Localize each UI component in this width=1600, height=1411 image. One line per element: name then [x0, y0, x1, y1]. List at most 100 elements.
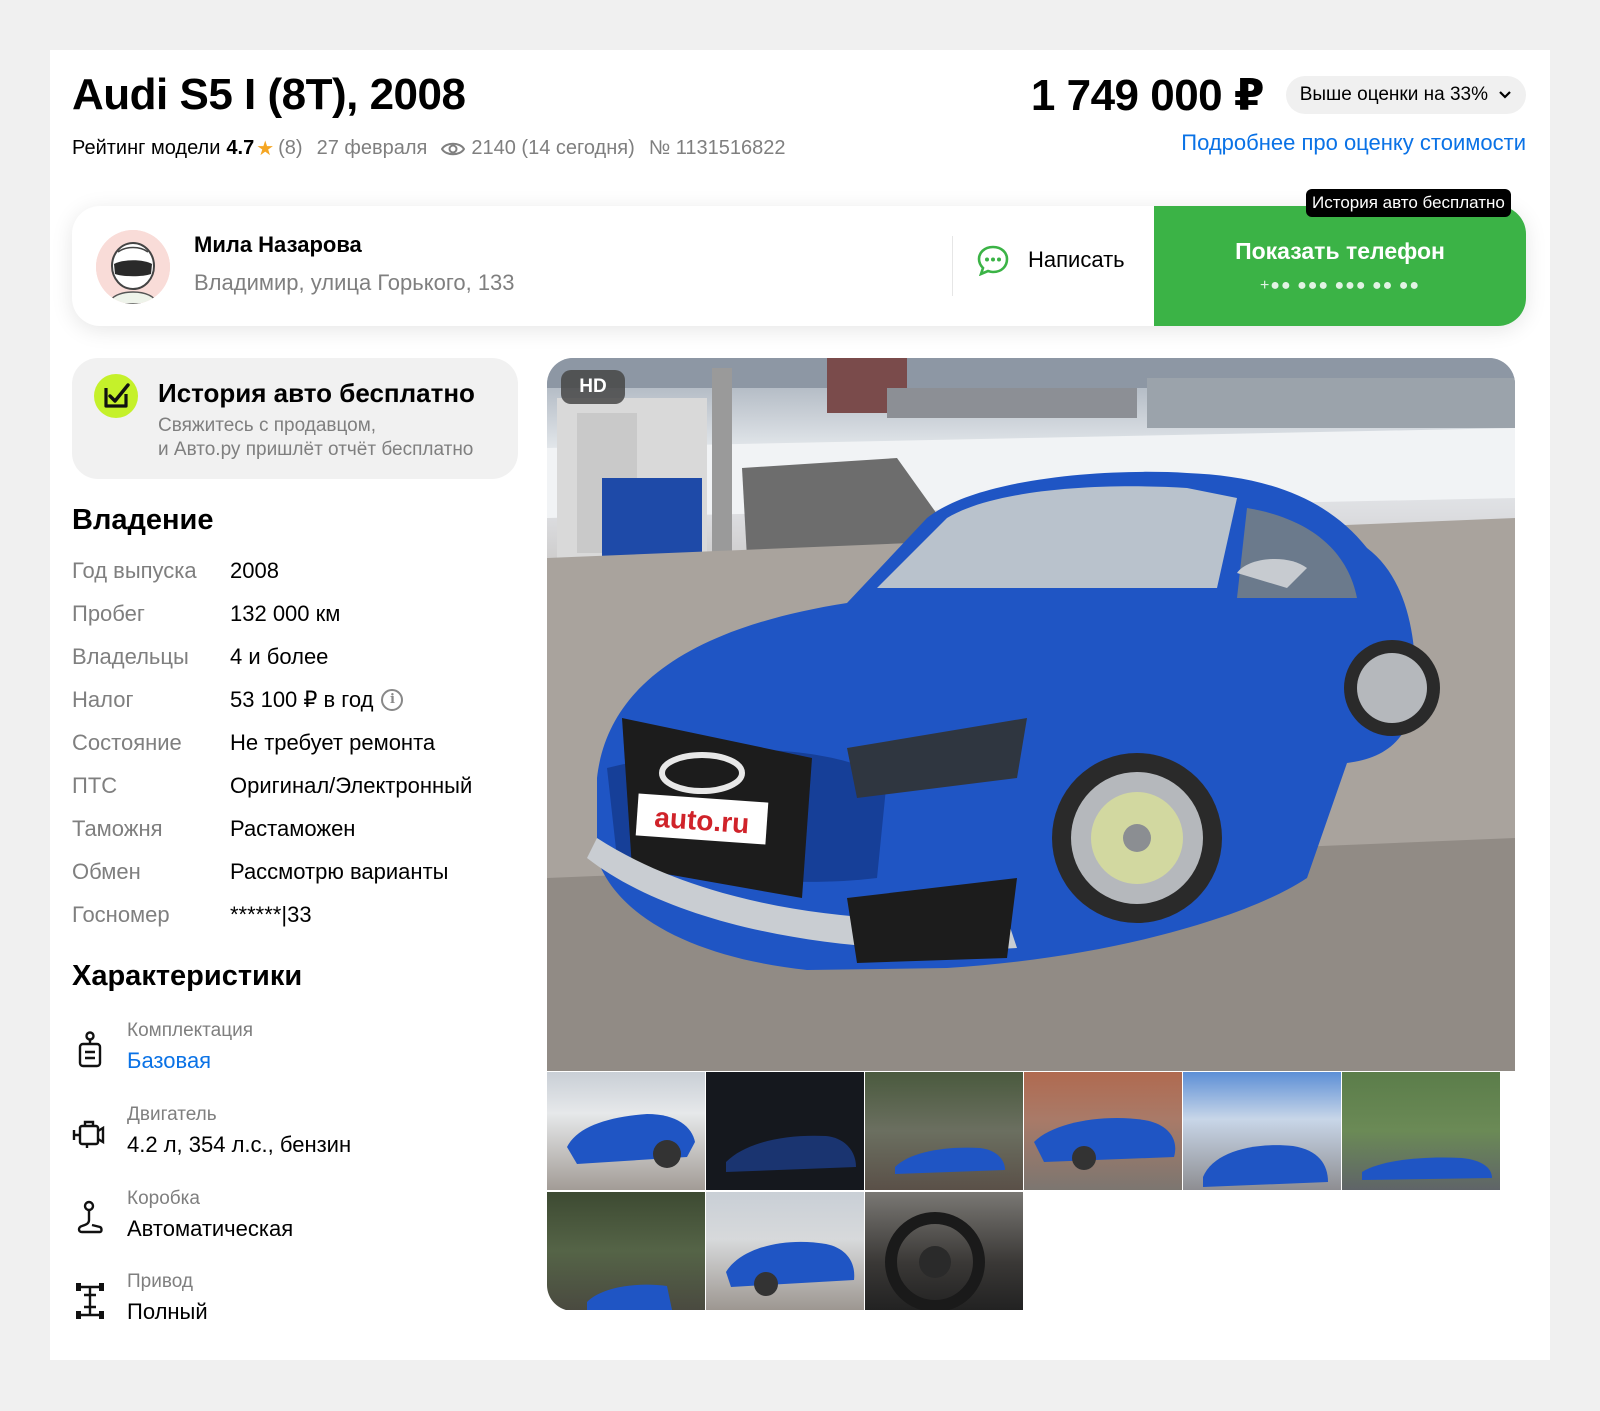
row-value: 4 и более [230, 644, 329, 669]
listing-meta: Рейтинг модели 4.7 ★ (8) 27 февраля 2140… [72, 136, 786, 161]
spec-engine: Двигатель 4.2 л, 354 л.с., бензин [72, 1104, 512, 1164]
hd-badge: HD [561, 370, 625, 404]
show-phone-button[interactable]: Показать телефон +●● ●●● ●●● ●● ●● [1154, 206, 1526, 326]
car-thumbnail-image [1362, 1157, 1492, 1180]
spec-value: Автоматическая [127, 1216, 294, 1241]
row-key: Год выпуска [72, 558, 197, 583]
row-value: 132 000 км [230, 601, 341, 626]
thumbnail-5[interactable] [1183, 1072, 1341, 1190]
photo-gallery: HD auto.ru [547, 358, 1515, 1311]
spec-label: Комплектация [127, 1020, 254, 1041]
row-value: ******|33 [230, 902, 312, 927]
ownership-row-tax: Налог 53 100 ₽ в год i [72, 687, 404, 713]
car-thumbnail-image [1203, 1145, 1328, 1187]
ownership-row-pts: ПТС Оригинал/Электронный [72, 773, 472, 799]
star-icon: ★ [256, 138, 275, 160]
row-value: Рассмотрю варианты [230, 859, 449, 884]
write-message-button[interactable]: Написать [976, 244, 1125, 276]
spec-gearbox: Коробка Автоматическая [72, 1188, 512, 1248]
ownership-row-condition: Состояние Не требует ремонта [72, 730, 435, 756]
history-promo-line: и Авто.ру пришлёт отчёт бесплатно [158, 439, 474, 460]
listing-card: Audi S5 I (8T), 2008 Рейтинг модели 4.7 … [50, 50, 1550, 1360]
views-count: 2140 (14 сегодня) [471, 137, 635, 159]
thumbnail-7[interactable] [547, 1192, 705, 1310]
row-value: Растаможен [230, 816, 356, 841]
ownership-heading: Владение [72, 504, 214, 536]
car-thumbnail-image [895, 1147, 1005, 1174]
spec-drivetrain: Привод Полный [72, 1271, 512, 1331]
car-thumbnail-image [587, 1284, 672, 1310]
ownership-row-mileage: Пробег 132 000 км [72, 601, 340, 627]
car-thumbnail-image [726, 1241, 855, 1296]
ownership-row-plate: Госномер ******|33 [72, 902, 312, 928]
history-promo-card[interactable]: История авто бесплатно Свяжитесь с прода… [72, 358, 518, 479]
show-phone-label: Показать телефон [1235, 238, 1445, 264]
masked-phone: +●● ●●● ●●● ●● ●● [1259, 277, 1421, 294]
gearbox-icon [77, 1200, 103, 1234]
row-key: Госномер [72, 902, 170, 927]
spec-value: 4.2 л, 354 л.с., бензин [127, 1132, 352, 1157]
thumbnail-1[interactable] [547, 1072, 705, 1190]
row-key: Таможня [72, 816, 163, 841]
row-key: ПТС [72, 773, 118, 798]
spec-trim: Комплектация Базовая [72, 1020, 512, 1080]
plate-text: auto.ru [653, 802, 750, 840]
car-thumbnail-image [726, 1135, 856, 1172]
write-message-label: Написать [1028, 247, 1125, 272]
main-photo[interactable]: HD auto.ru [547, 358, 1515, 1071]
row-key: Владельцы [72, 644, 189, 669]
model-rating-label: Рейтинг модели [72, 137, 221, 159]
drivetrain-icon [76, 1283, 104, 1319]
row-key: Обмен [72, 859, 141, 884]
eye-icon [441, 142, 466, 155]
chat-icon [977, 245, 1009, 276]
row-value: Не требует ремонта [230, 730, 436, 755]
spec-label: Двигатель [127, 1104, 217, 1125]
ownership-row-year: Год выпуска 2008 [72, 558, 279, 584]
thumbnail-6[interactable] [1342, 1072, 1500, 1190]
model-rating-value[interactable]: 4.7 [226, 137, 254, 160]
engine-icon [72, 1120, 105, 1148]
page-title: Audi S5 I (8T), 2008 [72, 70, 466, 119]
row-key: Состояние [72, 730, 182, 755]
row-value: Оригинал/Электронный [230, 773, 473, 798]
divider [952, 236, 953, 296]
checkmark-badge-icon [94, 374, 138, 418]
spec-label: Коробка [127, 1188, 200, 1209]
steering-wheel-thumbnail-image [885, 1212, 985, 1310]
helmet-avatar-icon [96, 230, 170, 304]
seller-name[interactable]: Мила Назарова [194, 232, 362, 258]
reviews-count[interactable]: (8) [278, 137, 302, 160]
thumbnail-9[interactable] [865, 1192, 1023, 1310]
chevron-down-icon [1499, 91, 1511, 99]
price-estimate-text: Выше оценки на 33% [1299, 84, 1488, 105]
estimate-details-link[interactable]: Подробнее про оценку стоимости [1181, 130, 1526, 156]
history-promo-line: Свяжитесь с продавцом, [158, 415, 377, 436]
avatar[interactable] [96, 230, 170, 304]
seller-address: Владимир, улица Горького, 133 [194, 270, 515, 295]
specs-heading: Характеристики [72, 960, 303, 992]
seller-panel: Мила Назарова Владимир, улица Горького, … [72, 206, 1526, 326]
thumbnail-3[interactable] [865, 1072, 1023, 1190]
trim-icon [78, 1031, 102, 1068]
thumbnail-4[interactable] [1024, 1072, 1182, 1190]
listing-number: № 1131516822 [648, 137, 786, 159]
trim-link[interactable]: Базовая [127, 1048, 211, 1074]
views-counter: 2140 (14 сегодня) [441, 137, 635, 160]
listing-date: 27 февраля [316, 137, 428, 159]
thumbnail-2[interactable] [706, 1072, 864, 1190]
ownership-row-customs: Таможня Растаможен [72, 816, 355, 842]
ownership-row-exchange: Обмен Рассмотрю варианты [72, 859, 448, 885]
history-promo-title: История авто бесплатно [158, 378, 475, 408]
price-estimate-badge[interactable]: Выше оценки на 33% [1285, 76, 1526, 114]
ownership-row-owners: Владельцы 4 и более [72, 644, 328, 670]
car-thumbnail-image [567, 1114, 695, 1168]
spec-value: Полный [127, 1299, 208, 1324]
thumbnail-8[interactable] [706, 1192, 864, 1310]
info-icon[interactable]: i [381, 689, 404, 711]
row-value: 2008 [230, 558, 279, 583]
history-tooltip: История авто бесплатно [1306, 189, 1511, 217]
car-thumbnail-image [1034, 1118, 1176, 1170]
row-value: 53 100 ₽ в год [230, 687, 374, 712]
history-promo-text: Свяжитесь с продавцом, и Авто.ру пришлёт… [158, 414, 473, 462]
